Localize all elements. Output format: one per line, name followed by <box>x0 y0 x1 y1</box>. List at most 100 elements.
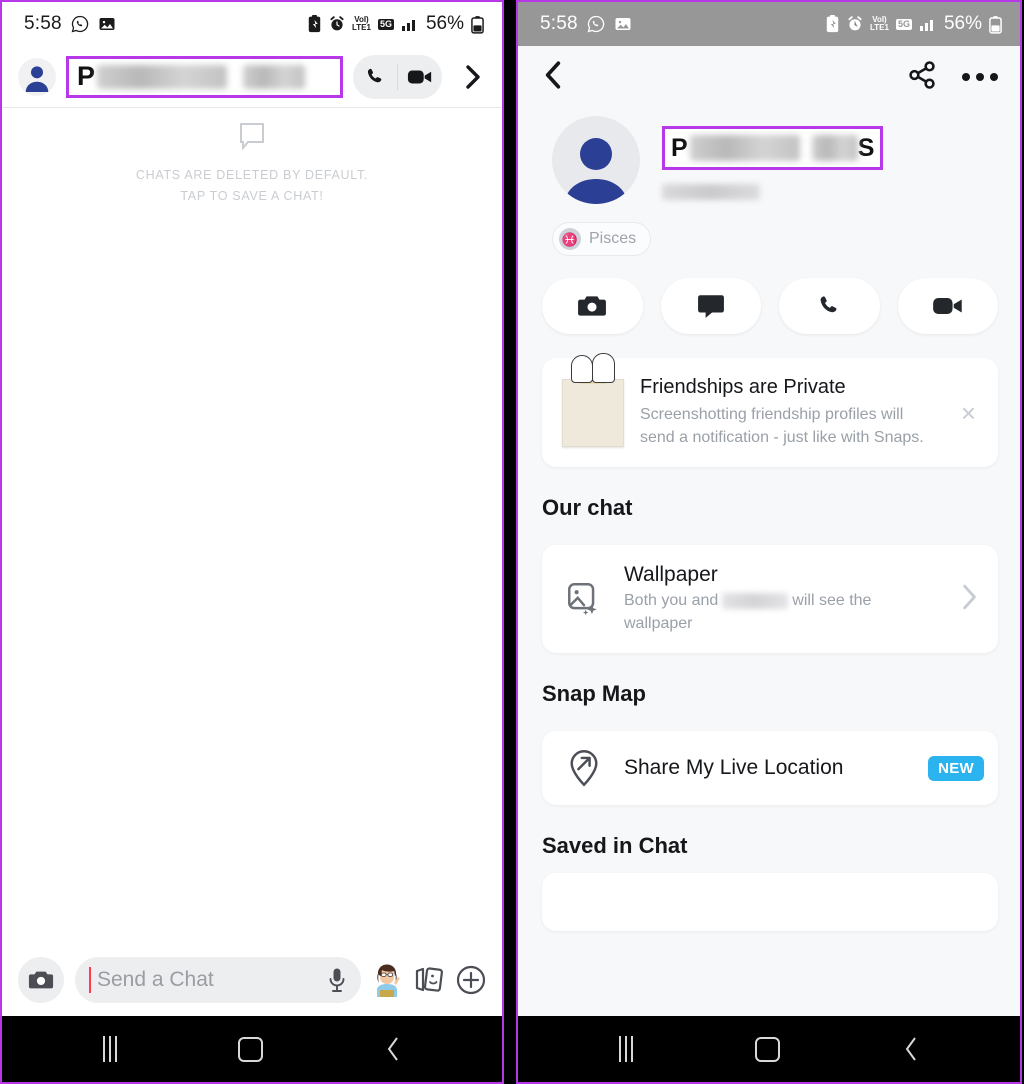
volte-icon: VoI) LTE1 <box>869 15 889 32</box>
close-icon[interactable]: × <box>955 400 982 426</box>
call-action-button[interactable] <box>779 278 880 334</box>
wallpaper-card[interactable]: Wallpaper Both you and will see the wallp… <box>542 545 998 653</box>
recents-icon[interactable] <box>102 1036 117 1062</box>
more-options-icon[interactable] <box>962 73 998 81</box>
chevron-right-icon[interactable] <box>960 584 984 615</box>
promo-subtitle: Screenshotting friendship profiles will … <box>640 406 924 446</box>
chat-input-bar: Send a Chat <box>2 940 502 1020</box>
zodiac-badge[interactable]: ♓ Pisces <box>552 222 652 256</box>
dual-screenshot-comparison: 5:58 VoI) LTE1 5G 56% P CHATS ARE DELETE… <box>0 0 1024 1084</box>
profile-name-block: P S <box>662 116 1020 200</box>
photos-icon <box>614 15 632 33</box>
display-name-initial: P <box>671 133 688 162</box>
back-icon[interactable] <box>903 1036 919 1062</box>
status-bar-left-group-2: 5:58 <box>540 13 632 35</box>
avatar[interactable] <box>18 57 56 96</box>
display-name-last-initial: S <box>857 133 875 162</box>
chat-action-button[interactable] <box>660 278 761 334</box>
location-pin-arrow-icon <box>564 749 604 787</box>
android-nav-bar-left <box>2 1016 502 1082</box>
contact-name-blurred <box>97 64 228 89</box>
status-bar-right-group: VoI) LTE1 5G 56% <box>307 13 484 35</box>
contact-name-highlight[interactable]: P <box>66 55 343 98</box>
photos-icon <box>98 15 116 33</box>
chat-input-placeholder: Send a Chat <box>97 968 214 991</box>
call-actions-pill <box>353 54 442 99</box>
saved-in-chat-card[interactable] <box>542 873 998 931</box>
network-type-icon: 5G <box>895 18 912 30</box>
profile-action-buttons <box>518 256 1020 334</box>
chat-input-field[interactable]: Send a Chat <box>75 957 361 1003</box>
battery-saver-icon <box>825 15 840 33</box>
friendship-profile-screen: P S ♓ Pisces Friendships are Private Scr… <box>518 46 1020 1020</box>
camera-icon[interactable] <box>18 957 64 1003</box>
status-bar-left: 5:58 VoI) LTE1 5G 56% <box>2 2 502 46</box>
android-nav-bar-right <box>518 1016 1020 1082</box>
network-type-icon: 5G <box>377 18 394 30</box>
section-title-snap-map: Snap Map <box>542 681 646 706</box>
status-bar-clock-2: 5:58 <box>540 13 578 34</box>
profile-top-actions <box>908 60 998 94</box>
wallpaper-sub-before: Both you and <box>624 592 719 609</box>
status-bar-clock: 5:58 <box>24 13 62 34</box>
empty-state-line-2: TAP TO SAVE A CHAT! <box>180 189 324 203</box>
battery-saver-icon <box>307 15 322 33</box>
battery-percent-label: 56% <box>943 13 982 34</box>
polaroid-ghosts-icon <box>562 352 624 447</box>
wallpaper-name-blurred <box>722 592 789 609</box>
wallpaper-subtitle: Both you and will see the wallpaper <box>624 589 940 635</box>
stickers-icon[interactable] <box>413 966 445 994</box>
profile-header: P S <box>518 108 1020 204</box>
microphone-icon[interactable] <box>327 967 347 993</box>
recents-icon[interactable] <box>619 1036 634 1062</box>
home-icon[interactable] <box>755 1036 781 1062</box>
pisces-icon: ♓ <box>559 228 581 250</box>
username-blurred <box>662 184 760 200</box>
friendships-private-card[interactable]: Friendships are Private Screenshotting f… <box>542 352 998 467</box>
bitmoji-avatar-icon[interactable] <box>372 963 402 997</box>
status-bar-right-group-2: VoI) LTE1 5G 56% <box>825 13 1002 35</box>
signal-bars-icon <box>919 16 937 32</box>
promo-title: Friendships are Private <box>640 376 846 398</box>
text-cursor <box>89 967 91 993</box>
status-bar-right: 5:58 VoI) LTE1 5G 56% <box>518 2 1020 46</box>
section-title-saved-in-chat: Saved in Chat <box>542 833 688 858</box>
back-icon[interactable] <box>385 1036 401 1062</box>
display-name-blurred-2 <box>811 135 858 161</box>
volte-icon: VoI) LTE1 <box>351 15 371 32</box>
battery-icon <box>989 15 1002 34</box>
display-name-highlight[interactable]: P S <box>662 126 884 170</box>
alarm-icon <box>847 15 863 33</box>
chevron-left-icon[interactable] <box>542 60 564 95</box>
share-live-location-title: Share My Live Location <box>624 756 844 779</box>
profile-top-bar <box>518 46 1020 108</box>
chevron-right-icon[interactable] <box>452 64 488 90</box>
whatsapp-icon <box>587 15 605 33</box>
plus-circle-icon[interactable] <box>456 965 486 995</box>
share-live-location-row[interactable]: Share My Live Location NEW <box>542 731 998 805</box>
wallpaper-row[interactable]: Wallpaper Both you and will see the wallp… <box>542 545 998 653</box>
new-badge: NEW <box>928 755 984 781</box>
contact-name-blurred-2 <box>243 64 306 89</box>
right-phone-screenshot: 5:58 VoI) LTE1 5G 56% P S ♓ Pisces Frien… <box>516 0 1022 1084</box>
home-icon[interactable] <box>238 1036 264 1062</box>
chat-bubble-icon <box>239 122 265 155</box>
alarm-icon <box>329 15 345 33</box>
voice-call-button[interactable] <box>353 55 397 99</box>
share-icon[interactable] <box>908 60 936 94</box>
video-call-button[interactable] <box>398 55 442 99</box>
chat-header: P <box>2 46 502 108</box>
whatsapp-icon <box>71 15 89 33</box>
video-action-button[interactable] <box>897 278 998 334</box>
empty-state-line-1: CHATS ARE DELETED BY DEFAULT. <box>135 168 369 182</box>
left-phone-screenshot: 5:58 VoI) LTE1 5G 56% P CHATS ARE DELETE… <box>0 0 504 1084</box>
camera-action-button[interactable] <box>542 278 643 334</box>
wallpaper-text-block: Wallpaper Both you and will see the wallp… <box>624 563 940 635</box>
avatar[interactable] <box>552 116 640 204</box>
share-live-location-text: Share My Live Location <box>624 756 908 780</box>
display-name-blurred <box>689 135 800 161</box>
snap-map-card[interactable]: Share My Live Location NEW <box>542 731 998 805</box>
battery-percent-label: 56% <box>425 13 464 34</box>
section-title-our-chat: Our chat <box>542 495 633 520</box>
signal-bars-icon <box>401 16 419 32</box>
